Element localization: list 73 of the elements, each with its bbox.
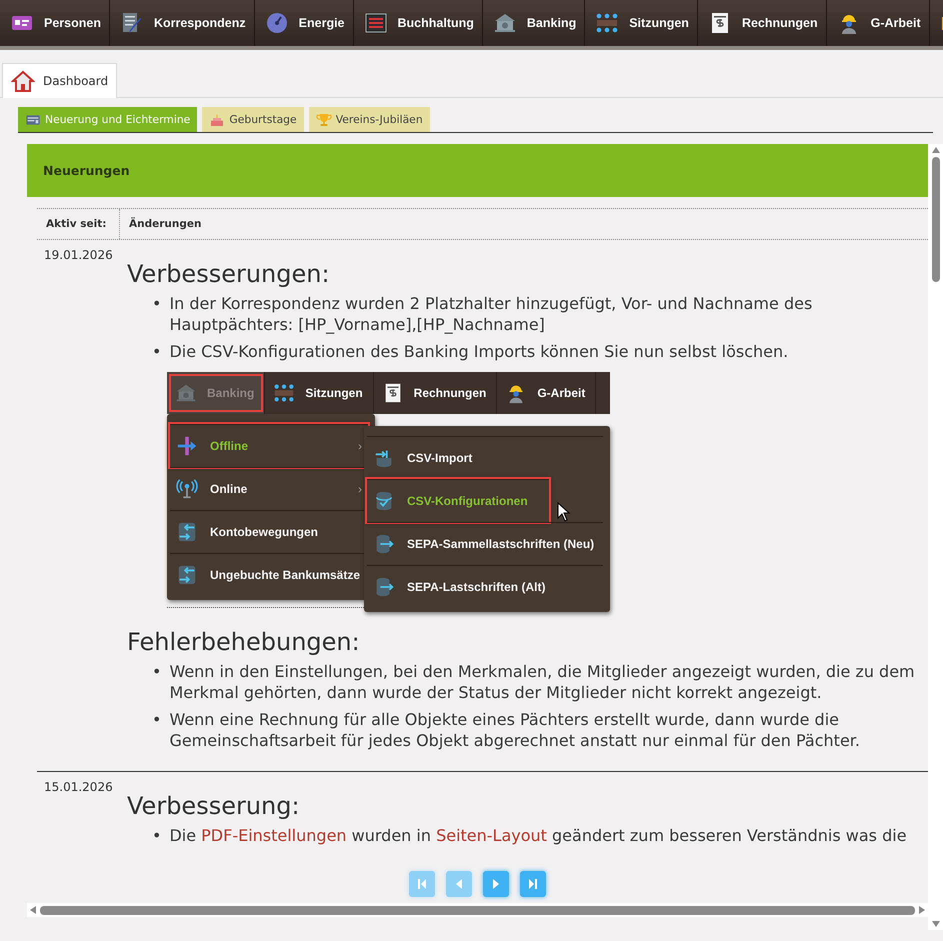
change-note: Die PDF-Einstellungen wurden in Seiten-Layout geändert zum besseren Verständnis was die: [169, 825, 907, 846]
cursor-icon: [557, 502, 571, 522]
change-note: Wenn eine Rechnung für alle Objekte eines Pächters erstellt wurde, dann wurde die Gemeinschaftsarbeit für jedes Objekt abgerechnet anstatt nur einmal für den Pächter.: [169, 709, 861, 751]
change-note: Die CSV-Konfigurationen des Banking Imports können Sie nun selbst löschen.: [169, 341, 788, 362]
nav-item[interactable]: Rechnungen: [698, 0, 827, 46]
panel-header: Neuerungen: [27, 144, 928, 197]
column-header: Aktiv seit:: [46, 218, 106, 230]
bullet: •: [152, 661, 162, 683]
bank-icon: [175, 382, 197, 404]
horizontal-scrollbar[interactable]: [27, 903, 928, 917]
tab[interactable]: Geburtstage: [202, 107, 304, 132]
menu-item-label: Offline: [210, 439, 248, 453]
section-heading: Verbesserungen:: [127, 260, 330, 288]
column-header: Änderungen: [129, 218, 202, 230]
menu-item[interactable]: CSV-Import: [367, 436, 603, 479]
scrollbar-thumb[interactable]: [40, 906, 915, 914]
menu-item-label: Ungebuchte Bankumsätze: [210, 568, 360, 582]
bullet: •: [152, 825, 162, 846]
next-page-button[interactable]: [483, 871, 509, 897]
submenu-arrow: ›: [358, 439, 362, 453]
menu-item-label: Kontobewegungen: [210, 525, 318, 539]
nav-item[interactable]: Banking: [482, 0, 586, 46]
cake-icon: [209, 112, 226, 128]
submenu-arrow: ›: [358, 482, 362, 496]
transfer-icon: [176, 521, 198, 543]
gauge-icon: [264, 11, 289, 35]
tab[interactable]: Vereins-Jubiläen: [308, 107, 430, 132]
change-note: Wenn in den Einstellungen, bei den Merkmalen, die Mitglieder angezeigt wurden, die zu dem Merkmal gehörten, dann wurde der Status der Mitglieder nicht korrekt angezeigt.: [169, 661, 916, 703]
scroll-right-icon[interactable]: [919, 906, 925, 914]
last-page-button[interactable]: [520, 871, 546, 897]
bullet: •: [152, 341, 162, 362]
ledger-icon: [364, 11, 388, 35]
meeting-icon: [595, 11, 620, 35]
section-heading: Fehlerbehebungen:: [127, 628, 360, 656]
menu-item-label: CSV-Konfigurationen: [407, 494, 528, 508]
bullet: •: [152, 293, 162, 315]
bank-icon: [492, 11, 517, 35]
nav-item[interactable]: Buchhaltung: [354, 0, 483, 46]
menu-item[interactable]: SEPA-Lastschriften (Alt): [367, 565, 603, 608]
menu-bar-item[interactable]: Rechnungen: [374, 372, 498, 414]
nav-item[interactable]: Sitzungen: [585, 0, 698, 46]
menu-item-label: SEPA-Lastschriften (Alt): [407, 580, 546, 594]
home-icon: [11, 70, 35, 92]
scroll-down-icon[interactable]: [932, 921, 940, 927]
menu-item-label: CSV-Import: [407, 451, 472, 465]
menu-item-label: Online: [210, 482, 248, 496]
database-check-icon: [373, 490, 395, 512]
antenna-icon: [176, 478, 198, 500]
scroll-up-icon[interactable]: [932, 147, 940, 153]
meeting-icon: [273, 382, 296, 404]
scroll-left-icon[interactable]: [30, 906, 36, 914]
nav-item[interactable]: Personen: [0, 0, 110, 46]
nav-item[interactable]: G-Arbeit: [826, 0, 930, 46]
settings-link[interactable]: Seiten-Layout: [436, 826, 547, 845]
menu-item[interactable]: SEPA-Sammellastschriften (Neu): [367, 522, 603, 565]
menu-item[interactable]: CSV-Konfigurationen: [367, 479, 549, 522]
menu-item-label: SEPA-Sammellastschriften (Neu): [407, 537, 594, 551]
section-heading: Verbesserung:: [127, 792, 300, 820]
scrollbar-thumb[interactable]: [932, 157, 940, 282]
bullet: •: [152, 709, 162, 731]
date-cell: 15.01.2026: [44, 780, 113, 794]
menu-item[interactable]: Offline ›: [170, 424, 368, 467]
split-arrow-icon: [176, 435, 198, 457]
date-cell: 19.01.2026: [44, 248, 113, 262]
trophy-icon: [316, 112, 332, 128]
change-note: In der Korrespondenz wurden 2 Platzhalter hinzugefügt, Vor- und Nachname des Hauptpächters: [HP_Vorname],[HP_Nachname]: [169, 293, 814, 335]
nav-item[interactable]: Korrespondenz: [110, 0, 255, 46]
vertical-scrollbar[interactable]: [928, 144, 943, 930]
nav-item[interactable]: Energie: [254, 0, 354, 46]
menu-bar-item[interactable]: G-Arbeit: [497, 372, 596, 414]
settings-link[interactable]: PDF-Einstellungen: [201, 826, 347, 845]
transfer-icon: [176, 564, 198, 586]
tab[interactable]: Dashboard: [2, 63, 118, 98]
